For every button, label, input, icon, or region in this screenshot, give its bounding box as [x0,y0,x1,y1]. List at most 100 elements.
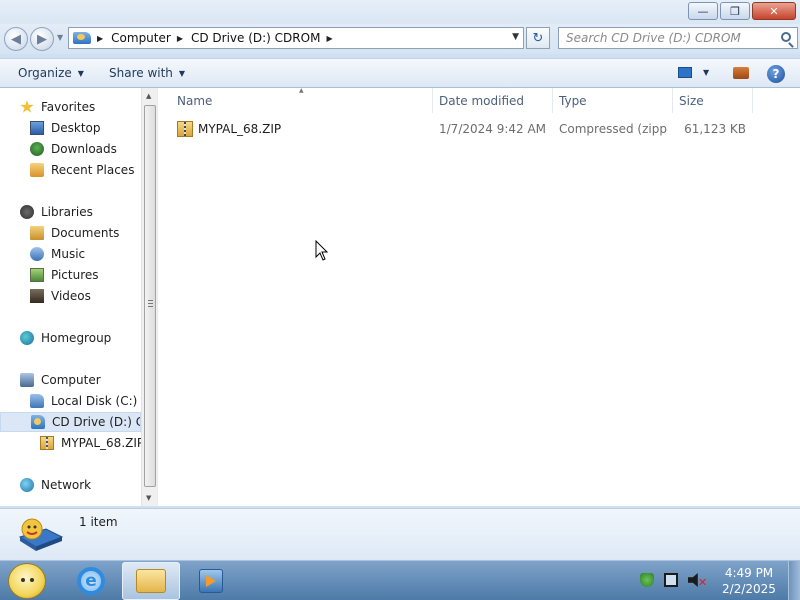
cd-drive-icon [31,415,45,429]
address-row: ◀ ▶ ▼ ▶ Computer ▶ CD Drive (D:) CDROM ▶… [0,24,800,54]
preview-pane-icon[interactable] [733,67,749,79]
nav-label: Homegroup [41,331,112,345]
scrollbar-thumb[interactable] [144,105,156,487]
breadcrumb-cd-drive[interactable]: CD Drive (D:) CDROM [191,31,320,45]
nav-label: Music [51,247,86,261]
recent-places-icon [30,163,44,177]
nav-pictures[interactable]: Pictures [0,265,99,285]
nav-computer[interactable]: Computer [0,370,101,390]
nav-label: CD Drive (D:) CDROM [52,415,140,429]
homegroup-icon [20,331,34,345]
nav-favorites[interactable]: Favorites [0,97,95,117]
column-header-type[interactable]: Type [553,88,673,113]
share-with-button[interactable]: Share with ▼ [109,66,185,80]
media-player-icon [199,569,223,593]
clock[interactable]: 4:49 PM 2/2/2025 [714,565,784,597]
change-view-icon[interactable] [678,67,692,78]
command-bar: Organize ▼ Share with ▼ ▼ ? [0,58,800,88]
desktop-icon [30,121,44,135]
pictures-icon [30,268,44,282]
breadcrumb-computer[interactable]: Computer [111,31,171,45]
nav-label: Recent Places [51,163,135,177]
libraries-icon [20,205,34,219]
clock-date: 2/2/2025 [722,582,776,596]
show-desktop-button[interactable] [788,561,800,600]
search-input[interactable] [566,31,766,45]
minimize-button[interactable]: — [688,2,718,20]
search-box [558,27,798,49]
address-bar[interactable]: ▶ Computer ▶ CD Drive (D:) CDROM ▶ ▼ [68,27,524,49]
nav-downloads[interactable]: Downloads [0,139,117,159]
nav-documents[interactable]: Documents [0,223,119,243]
chevron-right-icon[interactable]: ▶ [177,34,183,43]
file-size: 61,123 KB [684,122,746,136]
search-icon[interactable] [781,32,791,42]
taskbar-windows-explorer[interactable] [122,562,180,600]
nav-label: MYPAL_68.ZIP [61,436,145,450]
nav-scrollbar[interactable]: ▲ ▼ [141,88,157,506]
refresh-button[interactable]: ↻ [526,27,550,49]
taskbar-media-player[interactable] [182,562,240,600]
column-header-name[interactable]: Name [171,88,433,113]
taskbar-internet-explorer[interactable]: e [62,562,120,600]
nav-label: Documents [51,226,120,240]
downloads-icon [30,142,44,156]
network-status-icon[interactable] [664,573,678,587]
nav-homegroup[interactable]: Homegroup [0,328,111,348]
file-name-cell[interactable]: MYPAL_68.ZIP [177,118,281,140]
computer-icon [20,373,34,387]
start-button[interactable] [8,563,46,599]
scroll-up-arrow-icon[interactable]: ▲ [146,92,151,100]
nav-network[interactable]: Network [0,475,91,495]
nav-libraries[interactable]: Libraries [0,202,93,222]
nav-label: Computer [41,373,101,387]
nav-local-disk[interactable]: Local Disk (C:) [0,391,137,411]
file-name: MYPAL_68.ZIP [198,122,282,136]
back-button[interactable]: ◀ [4,27,28,51]
chevron-right-icon[interactable]: ▶ [97,34,103,43]
chevron-down-icon: ▼ [77,68,84,78]
forward-button[interactable]: ▶ [30,27,54,51]
view-options-dropdown[interactable]: ▼ [703,68,709,77]
nav-label: Downloads [51,142,117,156]
documents-icon [30,226,44,240]
maximize-button[interactable]: ❐ [720,2,750,20]
music-icon [30,247,44,261]
column-header-date[interactable]: Date modified [433,88,553,113]
share-with-label: Share with [109,66,173,80]
nav-label: Favorites [41,100,96,114]
nav-zip-folder[interactable]: MYPAL_68.ZIP [0,433,144,453]
organize-label: Organize [18,66,72,80]
nav-desktop[interactable]: Desktop [0,118,101,138]
address-dropdown-icon[interactable]: ▼ [512,32,519,42]
nav-recent-places[interactable]: Recent Places [0,160,134,180]
nav-music[interactable]: Music [0,244,85,264]
nav-label: Desktop [51,121,101,135]
network-icon [20,478,34,492]
zip-folder-icon [40,436,54,450]
clock-time: 4:49 PM [724,566,774,580]
nav-label: Videos [51,289,91,303]
navigation-pane: Favorites Desktop Downloads Recent Place… [0,88,157,506]
action-center-icon[interactable] [640,573,654,587]
videos-icon [30,289,44,303]
close-button[interactable]: ✕ [752,2,796,20]
chevron-right-icon[interactable]: ▶ [326,34,332,43]
nav-cd-drive[interactable]: CD Drive (D:) CDROM [0,412,141,432]
file-row[interactable]: MYPAL_68.ZIP 1/7/2024 9:42 AM Compressed… [171,118,751,140]
grip-icon [148,300,153,307]
help-icon[interactable]: ? [767,65,785,83]
item-count: 1 item [79,515,118,529]
window-controls: — ❐ ✕ [688,2,796,20]
mute-indicator-icon: ✕ [698,576,708,589]
cd-drive-icon [73,32,91,44]
nav-label: Pictures [51,268,99,282]
title-bar: — ❐ ✕ [0,0,800,24]
recent-pages-dropdown[interactable]: ▼ [57,33,63,42]
nav-label: Libraries [41,205,93,219]
nav-videos[interactable]: Videos [0,286,91,306]
column-header-size[interactable]: Size [673,88,753,113]
organize-button[interactable]: Organize ▼ [18,66,84,80]
star-icon [20,100,34,113]
scroll-down-arrow-icon[interactable]: ▼ [146,494,151,502]
